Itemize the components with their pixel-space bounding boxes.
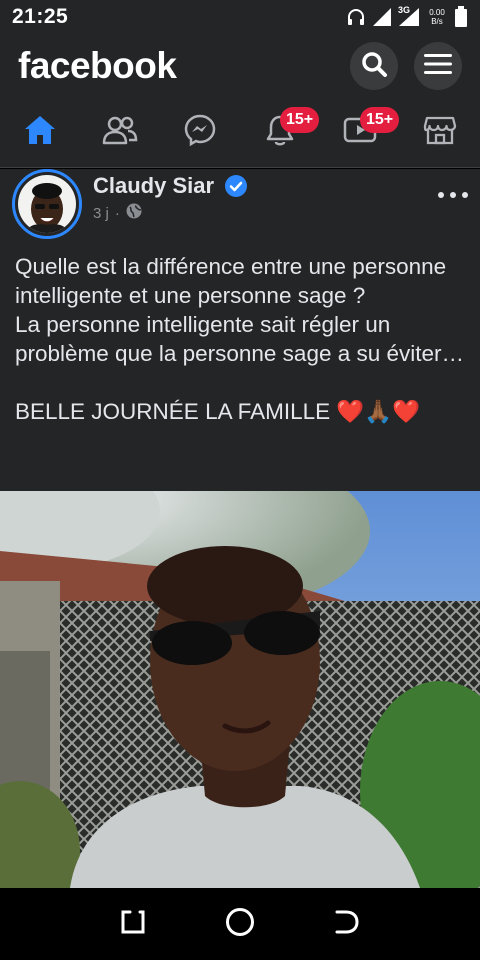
back-nav-button[interactable] (327, 904, 367, 944)
recent-apps-button[interactable] (113, 904, 153, 944)
home-nav-button[interactable] (220, 904, 260, 944)
author-name[interactable]: Claudy Siar (93, 173, 214, 199)
search-button[interactable] (350, 42, 398, 90)
facebook-logo[interactable]: facebook (18, 45, 177, 87)
headphones-icon (346, 7, 366, 27)
status-time: 21:25 (12, 5, 69, 28)
home-circle-icon (224, 906, 256, 943)
more-dot (450, 192, 456, 198)
search-icon (360, 50, 388, 83)
status-icons: 3G 0.00 B/s (346, 5, 468, 28)
signal-icon (372, 7, 392, 27)
header-actions (350, 42, 462, 90)
meta-separator: · (114, 204, 120, 222)
watch-badge: 15+ (360, 107, 400, 133)
tab-messenger[interactable] (160, 98, 240, 167)
author-avatar (18, 175, 76, 233)
post-meta: 3 j · (93, 203, 142, 223)
recent-apps-icon (118, 907, 148, 942)
post-time[interactable]: 3 j (93, 205, 109, 222)
tab-home[interactable] (0, 98, 80, 167)
tab-notifications[interactable]: 15+ (240, 98, 320, 167)
signal-3g-icon: 3G (398, 5, 420, 27)
back-icon (332, 907, 362, 942)
system-nav-bar (0, 888, 480, 960)
battery-icon (454, 6, 468, 28)
post-text-line: Quelle est la différence entre une perso… (15, 254, 447, 308)
app-header: facebook (0, 34, 480, 98)
tab-watch[interactable]: 15+ (320, 98, 400, 167)
post-photo[interactable] (0, 491, 480, 888)
network-type-label: 3G (398, 5, 411, 15)
author-avatar-ring[interactable] (12, 169, 82, 239)
post-text-line: La personne intelligente sait régler un … (15, 312, 465, 366)
tab-bar: 15+ 15+ (0, 98, 480, 168)
post-header: Claudy Siar 3 j · (0, 169, 480, 239)
more-dot (462, 192, 468, 198)
friends-icon (101, 114, 139, 151)
post-options-button[interactable] (438, 183, 468, 207)
home-icon (22, 113, 58, 152)
messenger-icon (183, 113, 217, 152)
notifications-badge: 15+ (280, 107, 320, 133)
verified-badge-icon (225, 175, 247, 202)
globe-icon (126, 203, 142, 223)
post-card: Claudy Siar 3 j · Quelle est la différen… (0, 169, 480, 888)
net-speed: 0.00 B/s (426, 8, 448, 26)
menu-button[interactable] (414, 42, 462, 90)
post-text-line (15, 368, 470, 397)
tab-friends[interactable] (80, 98, 160, 167)
status-bar: 21:25 3G 0.00 B/s (0, 0, 480, 34)
shop-icon (423, 114, 457, 151)
more-dot (438, 192, 444, 198)
post-text-line: BELLE JOURNÉE LA FAMILLE ❤️🙏🏾❤️ (15, 399, 421, 424)
net-speed-unit: B/s (431, 17, 443, 26)
net-speed-value: 0.00 (429, 8, 445, 17)
menu-icon (424, 52, 452, 81)
tab-marketplace[interactable] (400, 98, 480, 167)
post-text: Quelle est la différence entre une perso… (15, 252, 470, 426)
